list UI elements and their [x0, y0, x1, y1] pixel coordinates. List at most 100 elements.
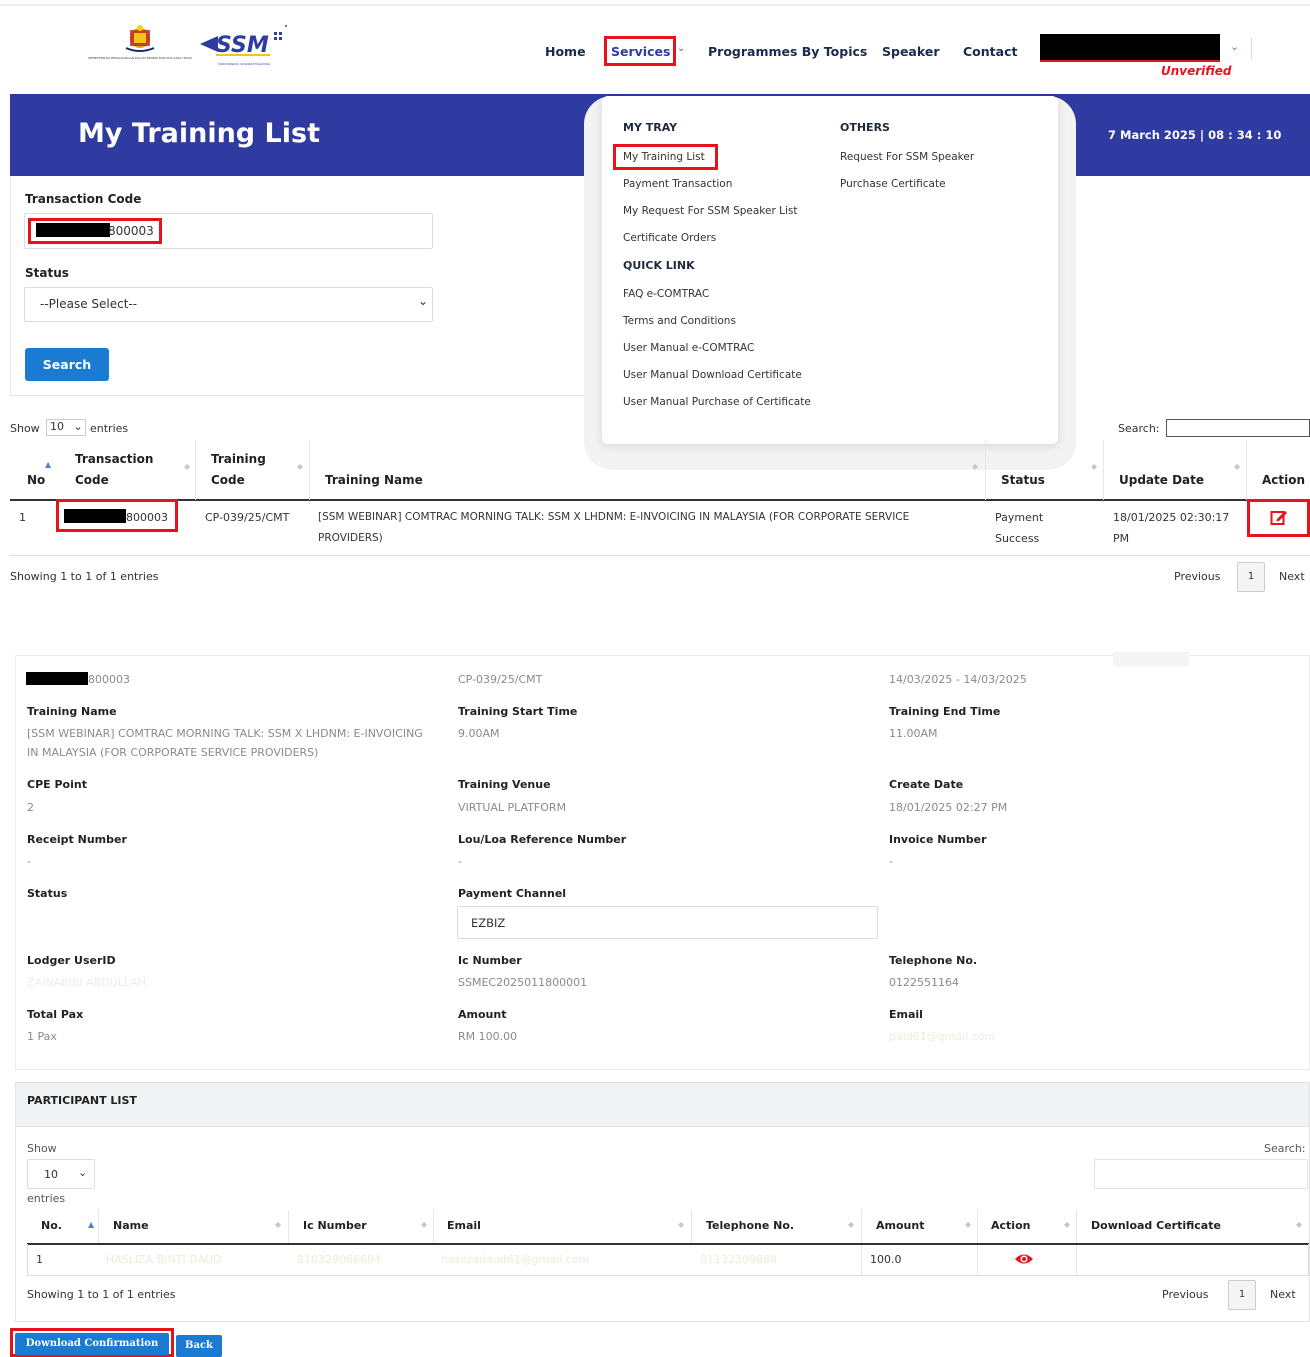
edit-icon[interactable]	[1270, 508, 1288, 529]
pth-amount[interactable]: Amount	[876, 1219, 924, 1232]
table-showing-info: Showing 1 to 1 of 1 entries	[10, 570, 159, 583]
th-training-code-2[interactable]: Code	[211, 473, 245, 487]
detail-pax-label: Total Pax	[27, 1008, 84, 1021]
participant-next-button[interactable]: Next	[1270, 1288, 1296, 1301]
th-transaction-code-1[interactable]: Transaction	[75, 452, 153, 466]
detail-status-label: Status	[27, 887, 68, 900]
transaction-code-label: Transaction Code	[25, 192, 142, 206]
user-menu-chevron-icon[interactable]: ⌄	[1230, 40, 1239, 53]
pcol-divider	[691, 1210, 692, 1244]
nav-programmes[interactable]: Programmes By Topics	[708, 44, 867, 59]
detail-start-time-label: Training Start Time	[458, 705, 578, 718]
sort-icon: ◆	[1234, 462, 1241, 471]
detail-amount-label: Amount	[458, 1008, 507, 1021]
participant-show-label: Show	[27, 1142, 57, 1155]
detail-training-code: CP-039/25/CMT	[458, 673, 543, 686]
pth-action[interactable]: Action	[991, 1219, 1030, 1232]
dd-item-user-manual[interactable]: User Manual e-COMTRAC	[623, 342, 754, 354]
detail-ic: SSMEC2025011800001	[458, 976, 588, 989]
participant-entries-select[interactable]: 10 ⌄	[27, 1159, 95, 1189]
th-update-date[interactable]: Update Date	[1119, 473, 1204, 487]
pcol-divider	[977, 1210, 978, 1244]
pth-name[interactable]: Name	[113, 1219, 149, 1232]
ministry-logo[interactable]: KEMENTERIAN PERDAGANGAN DALAM NEGERI DAN…	[86, 22, 194, 64]
ministry-logo-text: KEMENTERIAN PERDAGANGAN DALAM NEGERI DAN…	[88, 56, 192, 60]
detail-cpe-label: CPE Point	[27, 778, 87, 791]
detail-transaction-code: 800003	[88, 673, 130, 686]
user-name-redacted[interactable]	[1040, 34, 1220, 62]
table-header-divider	[10, 499, 1310, 501]
participant-entries-label: entries	[27, 1192, 66, 1205]
detail-cpe: 2	[27, 801, 34, 814]
detail-amount: RM 100.00	[458, 1030, 518, 1043]
col-divider	[195, 440, 196, 500]
th-transaction-code-2[interactable]: Code	[75, 473, 109, 487]
th-training-code-1[interactable]: Training	[211, 452, 266, 466]
search-button[interactable]: Search	[25, 348, 109, 381]
col-divider	[1103, 440, 1104, 500]
dd-item-certificate-orders[interactable]: Certificate Orders	[623, 232, 716, 244]
row-transaction-code-redacted	[64, 509, 126, 523]
td-training-name-1: [SSM WEBINAR] COMTRAC MORNING TALK: SSM …	[318, 511, 910, 523]
detail-training-name-label: Training Name	[27, 705, 117, 718]
td-transaction-code: 800003	[126, 511, 168, 524]
dd-item-payment-transaction[interactable]: Payment Transaction	[623, 178, 732, 190]
nav-home[interactable]: Home	[545, 44, 586, 59]
dd-item-manual-purchase-cert[interactable]: User Manual Purchase of Certificate	[623, 396, 811, 408]
services-chevron-icon[interactable]: ⌄	[677, 43, 685, 54]
table-previous-button[interactable]: Previous	[1174, 570, 1221, 583]
th-status[interactable]: Status	[1001, 473, 1045, 487]
sort-icon: ◆	[1091, 462, 1098, 471]
th-no[interactable]: No	[27, 473, 45, 487]
th-training-name[interactable]: Training Name	[325, 473, 423, 487]
sort-icon: ◆	[297, 462, 304, 471]
nav-services[interactable]: Services	[611, 44, 670, 59]
dd-item-faq[interactable]: FAQ e-COMTRAC	[623, 288, 709, 300]
detail-lou: -	[458, 855, 462, 868]
ssm-logo[interactable]: SSM SURUHANJAYA SYARIKAT MALAYSIA	[198, 22, 290, 70]
pth-tel[interactable]: Telephone No.	[706, 1219, 794, 1232]
nav-speaker[interactable]: Speaker	[882, 44, 939, 59]
table-entries-select[interactable]: 10 ⌄	[46, 419, 86, 436]
nav-contact[interactable]: Contact	[963, 44, 1017, 59]
pcol-divider	[861, 1245, 862, 1275]
entries-chevron-icon: ⌄	[73, 420, 83, 433]
detail-create-date-label: Create Date	[889, 778, 964, 791]
sort-icon: ◆	[421, 1220, 428, 1229]
dd-item-purchase-certificate[interactable]: Purchase Certificate	[840, 178, 946, 190]
page-title: My Training List	[78, 118, 320, 149]
dd-item-speaker-request-list[interactable]: My Request For SSM Speaker List	[623, 205, 797, 217]
pth-email[interactable]: Email	[447, 1219, 481, 1232]
dd-item-manual-download-cert[interactable]: User Manual Download Certificate	[623, 369, 802, 381]
pth-ic[interactable]: Ic Number	[303, 1219, 367, 1232]
transaction-code-redacted	[36, 223, 110, 237]
detail-email: paid61@gmail.com	[889, 1030, 996, 1043]
pcol-divider	[861, 1210, 862, 1244]
td-status-1: Payment	[995, 511, 1044, 524]
sort-icon: ◆	[275, 1220, 282, 1229]
download-confirmation-slip-button[interactable]: Download Confirmation Slip	[15, 1333, 169, 1355]
participant-panel-header	[16, 1083, 1309, 1127]
participant-page-1[interactable]: 1	[1228, 1280, 1256, 1310]
dd-item-terms[interactable]: Terms and Conditions	[623, 315, 736, 327]
td-training-name-2: PROVIDERS)	[318, 532, 383, 544]
status-label: Status	[25, 266, 69, 280]
detail-lou-label: Lou/Loa Reference Number	[458, 833, 627, 846]
detail-receipt-label: Receipt Number	[27, 833, 127, 846]
table-entries-label: entries	[90, 422, 129, 435]
sort-asc-icon: ▲	[45, 460, 52, 469]
pcol-divider	[1076, 1210, 1077, 1244]
status-chevron-icon: ⌄	[418, 294, 429, 308]
dd-item-request-speaker[interactable]: Request For SSM Speaker	[840, 151, 974, 163]
faint-placeholder	[1113, 652, 1189, 666]
dd-item-my-training-list[interactable]: My Training List	[623, 151, 705, 163]
participant-previous-button[interactable]: Previous	[1162, 1288, 1209, 1301]
back-button[interactable]: Back	[176, 1335, 222, 1357]
pth-no[interactable]: No.	[41, 1219, 62, 1232]
sort-icon: ◆	[1064, 1220, 1071, 1229]
participant-search-input[interactable]	[1094, 1159, 1308, 1189]
table-next-button[interactable]: Next	[1279, 570, 1305, 583]
pth-download[interactable]: Download Certificate	[1091, 1219, 1221, 1232]
table-search-input[interactable]	[1166, 419, 1310, 437]
table-page-1[interactable]: 1	[1237, 562, 1265, 592]
